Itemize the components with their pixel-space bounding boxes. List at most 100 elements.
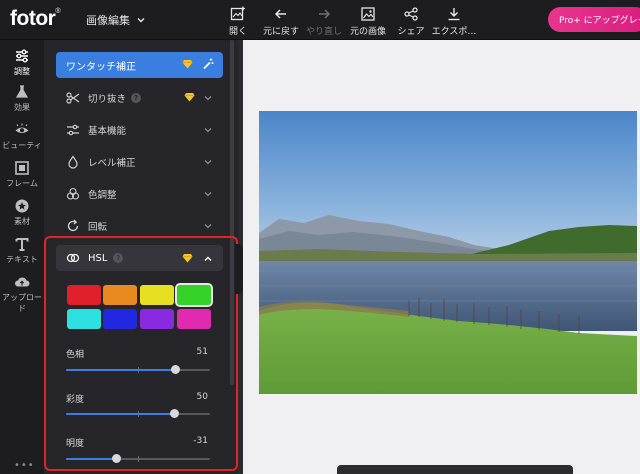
premium-diamond-icon: [182, 254, 193, 263]
rail-label-adjust: 調整: [14, 67, 30, 76]
flask-icon: [15, 85, 29, 98]
rail-label-upload: アップロード: [2, 293, 42, 313]
original-image-label: 元の画像: [349, 27, 386, 37]
rail-item-beauty[interactable]: ビューティ: [0, 122, 44, 151]
color-swatch-cyan[interactable]: [67, 309, 101, 329]
redo-button[interactable]: やり直し: [299, 5, 349, 37]
export-button[interactable]: エクスポ…: [429, 5, 479, 37]
section-rotate-label: 回転: [88, 222, 108, 233]
share-label: シェア: [397, 27, 425, 37]
section-crop-label: 切り抜き: [88, 94, 127, 105]
rail-item-frame[interactable]: フレーム: [0, 160, 44, 189]
section-color[interactable]: 色調整: [56, 180, 223, 208]
rail-item-text[interactable]: テキスト: [0, 236, 44, 265]
upgrade-pro-label: Pro+ にアップグレードする: [559, 16, 640, 26]
section-levels[interactable]: レベル補正: [56, 148, 223, 176]
hue-value: 51: [196, 347, 208, 357]
export-label: エクスポ…: [431, 27, 477, 37]
color-swatch-magenta[interactable]: [177, 309, 211, 329]
premium-diamond-icon: [182, 60, 193, 69]
color-circles-icon: [66, 187, 80, 200]
redo-label: やり直し: [305, 27, 342, 37]
slider-center-tick: [138, 456, 139, 462]
color-swatch-orange[interactable]: [103, 285, 137, 305]
open-label: 開く: [228, 27, 247, 37]
mode-label: 画像編集: [86, 14, 130, 27]
star-badge-icon: [15, 199, 29, 213]
rail-item-elements[interactable]: 素材: [0, 198, 44, 227]
chevron-down-icon: [204, 160, 212, 165]
saturation-value: 50: [196, 392, 208, 402]
more-tools-button[interactable]: •••: [14, 460, 35, 471]
frame-icon: [15, 161, 29, 175]
text-icon: [15, 238, 29, 251]
color-swatch-green[interactable]: [175, 283, 213, 307]
color-swatch-red[interactable]: [67, 285, 101, 305]
rail-item-adjust[interactable]: 調整: [0, 48, 44, 77]
color-swatch-purple[interactable]: [140, 309, 174, 329]
help-icon[interactable]: ?: [113, 253, 124, 263]
lightness-slider[interactable]: [66, 454, 210, 463]
saturation-slider[interactable]: [66, 409, 210, 418]
lake-landscape-image: [259, 111, 637, 394]
hue-slider[interactable]: [66, 365, 210, 374]
color-swatch-yellow[interactable]: [140, 285, 174, 305]
one-click-enhance-button[interactable]: ワンタッチ補正: [56, 52, 223, 78]
section-crop[interactable]: 切り抜き ?: [56, 84, 223, 112]
rail-label-frame: フレーム: [6, 179, 38, 188]
edited-photo[interactable]: [259, 111, 637, 394]
sliders-icon: [16, 49, 28, 63]
mode-dropdown[interactable]: 画像編集: [86, 12, 146, 28]
drop-icon: [68, 155, 78, 169]
chevron-down-icon: [204, 224, 212, 229]
lightness-label: 明度: [66, 439, 85, 449]
chevron-up-icon: [204, 256, 212, 261]
rail-label-elements: 素材: [14, 217, 30, 226]
rail-item-upload[interactable]: アップロード: [0, 274, 44, 314]
rail-item-effects[interactable]: 効果: [0, 84, 44, 113]
section-hsl-label: HSL: [88, 252, 108, 264]
panel-collapse-handle[interactable]: [235, 244, 243, 294]
chevron-down-icon: [137, 18, 145, 23]
help-icon[interactable]: ?: [131, 93, 142, 103]
saturation-label: 彩度: [66, 395, 85, 405]
chevron-down-icon: [204, 96, 212, 101]
saturation-slider-fill: [66, 413, 174, 415]
saturation-slider-handle[interactable]: [170, 409, 179, 418]
section-color-label: 色調整: [88, 190, 117, 201]
chevron-down-icon: [204, 128, 212, 133]
download-icon: [448, 8, 460, 21]
magic-wand-icon: [203, 58, 214, 70]
lightness-value: -31: [193, 436, 208, 446]
rail-label-effects: 効果: [14, 103, 30, 112]
color-swatch-blue[interactable]: [103, 309, 137, 329]
share-icon: [404, 7, 418, 21]
fotor-logo[interactable]: fotor®: [10, 7, 60, 31]
arrow-right-icon: [319, 9, 331, 19]
lightness-slider-fill: [66, 458, 117, 460]
chevron-down-icon: [204, 192, 212, 197]
premium-diamond-icon: [184, 93, 195, 102]
undo-label: 元に戻す: [262, 27, 299, 37]
section-basic[interactable]: 基本機能: [56, 116, 223, 144]
sliders-icon: [67, 124, 79, 136]
rail-label-text: テキスト: [6, 255, 38, 264]
hue-label: 色相: [66, 350, 85, 360]
tool-rail: 調整 効果 ビューティ フレーム 素材 テキスト アップロード •••: [0, 40, 44, 474]
hue-slider-fill: [66, 369, 176, 371]
upgrade-pro-button[interactable]: Pro+ にアップグレードする: [548, 7, 640, 32]
eye-icon: [15, 123, 29, 133]
rotate-icon: [67, 219, 79, 232]
image-add-icon: [230, 6, 245, 21]
arrow-left-icon: [274, 9, 286, 19]
hsl-rings-icon: [66, 253, 80, 263]
scissors-icon: [66, 92, 80, 104]
cloud-upload-icon: [15, 277, 30, 287]
one-click-enhance-label: ワンタッチ補正: [66, 61, 136, 73]
rail-label-beauty: ビューティ: [2, 141, 42, 150]
section-basic-label: 基本機能: [88, 126, 127, 137]
canvas-bottom-toolbar[interactable]: [337, 465, 573, 474]
section-hsl[interactable]: HSL ?: [56, 245, 223, 271]
section-levels-label: レベル補正: [88, 158, 136, 169]
image-icon: [361, 7, 375, 21]
